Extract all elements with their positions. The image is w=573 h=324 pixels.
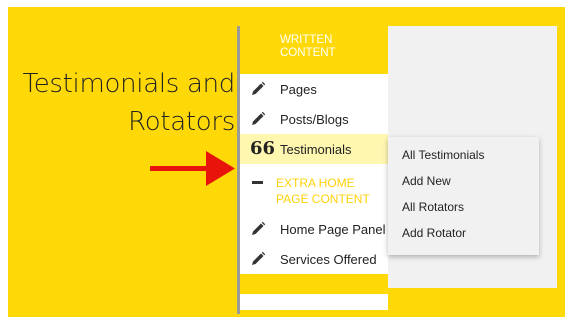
menu-item-testimonials[interactable]: 66 Testimonials xyxy=(240,134,388,164)
menu-section-label: EXTRA HOME PAGE CONTENT xyxy=(276,176,370,206)
menu-item-pages[interactable]: Pages xyxy=(240,74,388,104)
menu-item-label: Services Offered xyxy=(280,251,377,267)
menu-item-label: Pages xyxy=(280,81,317,97)
menu-section-header-cutoff xyxy=(240,274,388,294)
minus-icon xyxy=(250,175,266,191)
headline-line-2: Rotators xyxy=(128,107,235,137)
menu-item-label: Home Page Panel xyxy=(280,221,386,237)
submenu-all-testimonials[interactable]: All Testimonials xyxy=(388,142,539,168)
headline-line-1: Testimonials and xyxy=(22,69,236,99)
menu-item-services-offered[interactable]: Services Offered xyxy=(240,244,388,274)
submenu-add-new[interactable]: Add New xyxy=(388,168,539,194)
pencil-icon xyxy=(250,111,270,127)
red-arrow-icon xyxy=(150,151,235,186)
menu-item-label: Testimonials xyxy=(280,141,352,157)
menu-item-home-page-panel[interactable]: Home Page Panel xyxy=(240,214,388,244)
testimonials-submenu: All Testimonials Add New All Rotators Ad… xyxy=(388,137,539,255)
quote-icon: 66 xyxy=(250,138,276,159)
submenu-add-rotator[interactable]: Add Rotator xyxy=(388,220,539,246)
pencil-icon xyxy=(250,221,270,237)
menu-item-posts-blogs[interactable]: Posts/Blogs xyxy=(240,104,388,134)
admin-sidebar-menu: WRITTEN CONTENT Pages Posts/Blogs 66 Tes… xyxy=(240,26,388,310)
menu-section-header: WRITTEN CONTENT xyxy=(240,26,388,74)
slide-headline: Testimonials and Rotators xyxy=(22,65,236,141)
pencil-icon xyxy=(250,81,270,97)
menu-item-label: Posts/Blogs xyxy=(280,111,349,127)
pencil-icon xyxy=(250,251,270,267)
menu-section-extra-home-page-content[interactable]: EXTRA HOME PAGE CONTENT xyxy=(240,164,388,214)
submenu-all-rotators[interactable]: All Rotators xyxy=(388,194,539,220)
